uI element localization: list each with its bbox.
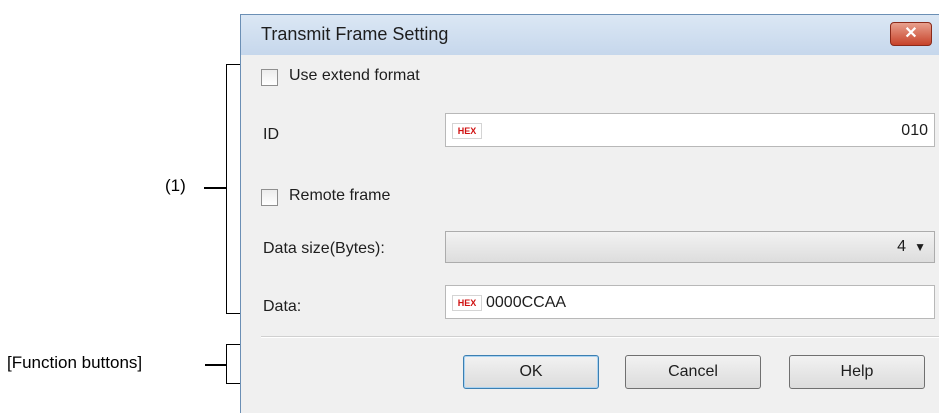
title-bar[interactable]: Transmit Frame Setting ✕ <box>241 15 939 55</box>
cancel-button[interactable]: Cancel <box>625 355 761 389</box>
help-button[interactable]: Help <box>789 355 925 389</box>
ok-button[interactable]: OK <box>463 355 599 389</box>
data-size-value: 4 <box>897 238 906 255</box>
data-size-label: Data size(Bytes): <box>263 240 385 257</box>
section-1-bracket <box>226 64 241 314</box>
dialog-title: Transmit Frame Setting <box>261 24 449 44</box>
chevron-down-icon: ▼ <box>914 240 926 254</box>
data-size-select[interactable]: 4 ▼ <box>445 231 935 263</box>
function-buttons-annotation: [Function buttons] <box>7 353 143 372</box>
id-value: 010 <box>901 122 928 139</box>
hex-badge-icon: HEX <box>452 123 482 139</box>
close-icon: ✕ <box>904 25 918 42</box>
dialog-body: Use extend format ID HEX 010 Remote fram… <box>249 55 939 413</box>
remote-frame-checkbox[interactable] <box>261 189 278 206</box>
use-extend-format-label: Use extend format <box>289 67 420 84</box>
section-1-annotation: (1) <box>165 176 186 195</box>
id-label: ID <box>263 126 279 143</box>
data-input[interactable]: HEX 0000CCAA <box>445 285 935 319</box>
function-buttons-bracket <box>226 344 241 384</box>
data-value: 0000CCAA <box>486 294 567 311</box>
hex-badge-icon: HEX <box>452 295 482 311</box>
transmit-frame-setting-dialog: Transmit Frame Setting ✕ Use extend form… <box>240 14 939 413</box>
remote-frame-label: Remote frame <box>289 187 391 204</box>
data-label: Data: <box>263 298 302 315</box>
close-button[interactable]: ✕ <box>890 22 932 46</box>
section-1-tick <box>204 187 226 189</box>
id-input[interactable]: HEX 010 <box>445 113 935 147</box>
function-buttons-tick <box>205 364 226 366</box>
use-extend-format-checkbox[interactable] <box>261 69 278 86</box>
separator <box>261 336 939 338</box>
